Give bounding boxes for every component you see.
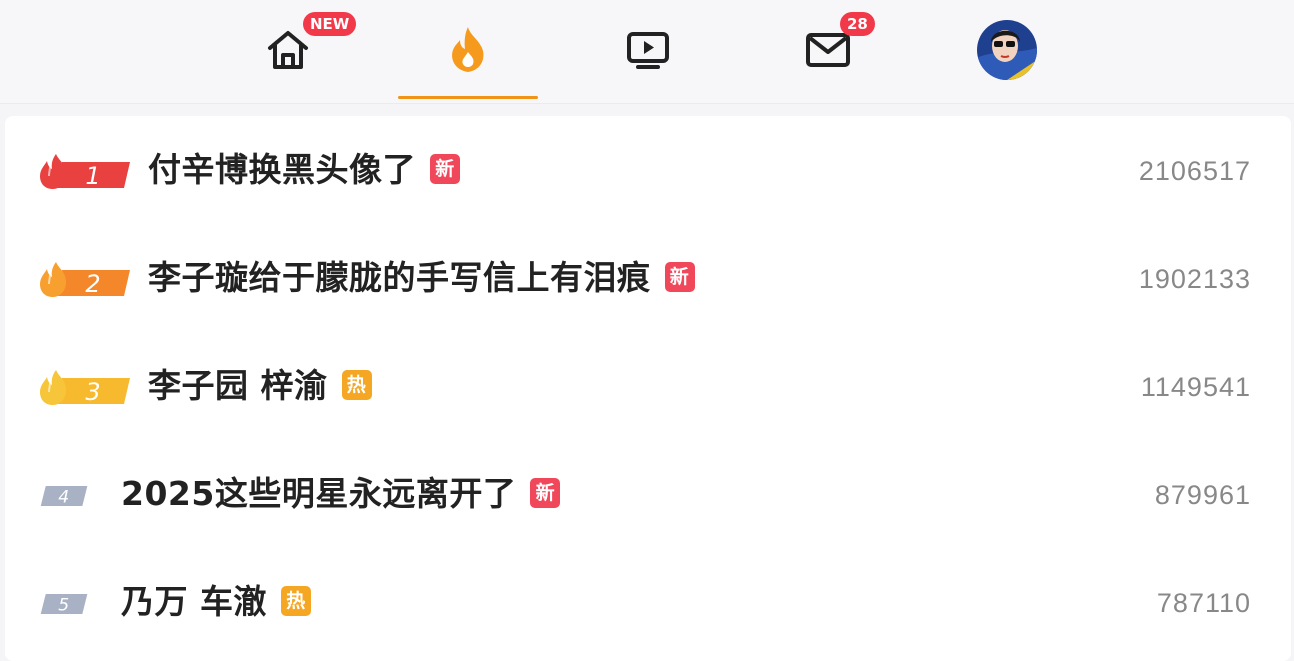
video-icon [627,32,669,69]
heat-count: 1149541 [1140,372,1251,402]
home-icon [268,31,308,69]
new-tag: 新 [664,261,695,292]
nav-profile[interactable] [975,0,1039,100]
topic-title[interactable]: 付辛博换黑头像了新 [148,146,460,194]
list-item[interactable]: 5 乃万 车澈热 787110 [5,548,1291,656]
topic-title[interactable]: 李子园 梓渝热 [148,362,372,410]
rank-number: 1 [85,162,100,190]
rank-number: 4 [58,487,69,507]
rank-badge: 3 [40,370,130,406]
hot-tag: 热 [281,585,311,616]
top-navigation-bar: NEW 28 [0,0,1294,104]
avatar [977,20,1037,80]
new-tag: 新 [430,153,460,184]
topic-title[interactable]: 李子璇给于朦胧的手写信上有泪痕新 [148,254,695,302]
heat-count: 879961 [1154,480,1251,510]
topic-title[interactable]: 乃万 车澈热 [121,578,311,626]
list-item[interactable]: 1 付辛博换黑头像了新 2106517 [5,116,1291,224]
flame-icon [452,27,484,72]
rank-badge: 1 [40,154,130,190]
message-count-badge: 28 [840,12,875,36]
list-item[interactable]: 2 李子璇给于朦胧的手写信上有泪痕新 1902133 [5,224,1291,332]
rank-badge: 4 [40,485,88,507]
heat-count: 787110 [1156,588,1251,618]
list-item[interactable]: 3 李子园 梓渝热 1149541 [5,332,1291,440]
rank-badge: 2 [40,262,130,298]
rank-badge: 5 [40,593,88,615]
hot-search-list: 1 付辛博换黑头像了新 2106517 2 李子璇给于朦胧的手写信上有泪痕新 1… [5,116,1291,661]
heat-count: 1902133 [1138,264,1251,294]
rank-number: 5 [58,595,69,615]
list-item[interactable]: 4 2025这些明星永远离开了新 879961 [5,440,1291,548]
rank-number: 2 [85,270,100,298]
new-tag: 新 [530,477,561,508]
nav-video[interactable] [608,0,688,100]
new-badge: NEW [303,12,357,36]
topic-title[interactable]: 2025这些明星永远离开了新 [121,470,561,518]
nav-hot[interactable] [398,0,538,100]
active-tab-indicator [398,96,538,99]
heat-count: 2106517 [1138,156,1251,186]
rank-number: 3 [85,378,100,406]
hot-tag: 热 [341,369,372,400]
